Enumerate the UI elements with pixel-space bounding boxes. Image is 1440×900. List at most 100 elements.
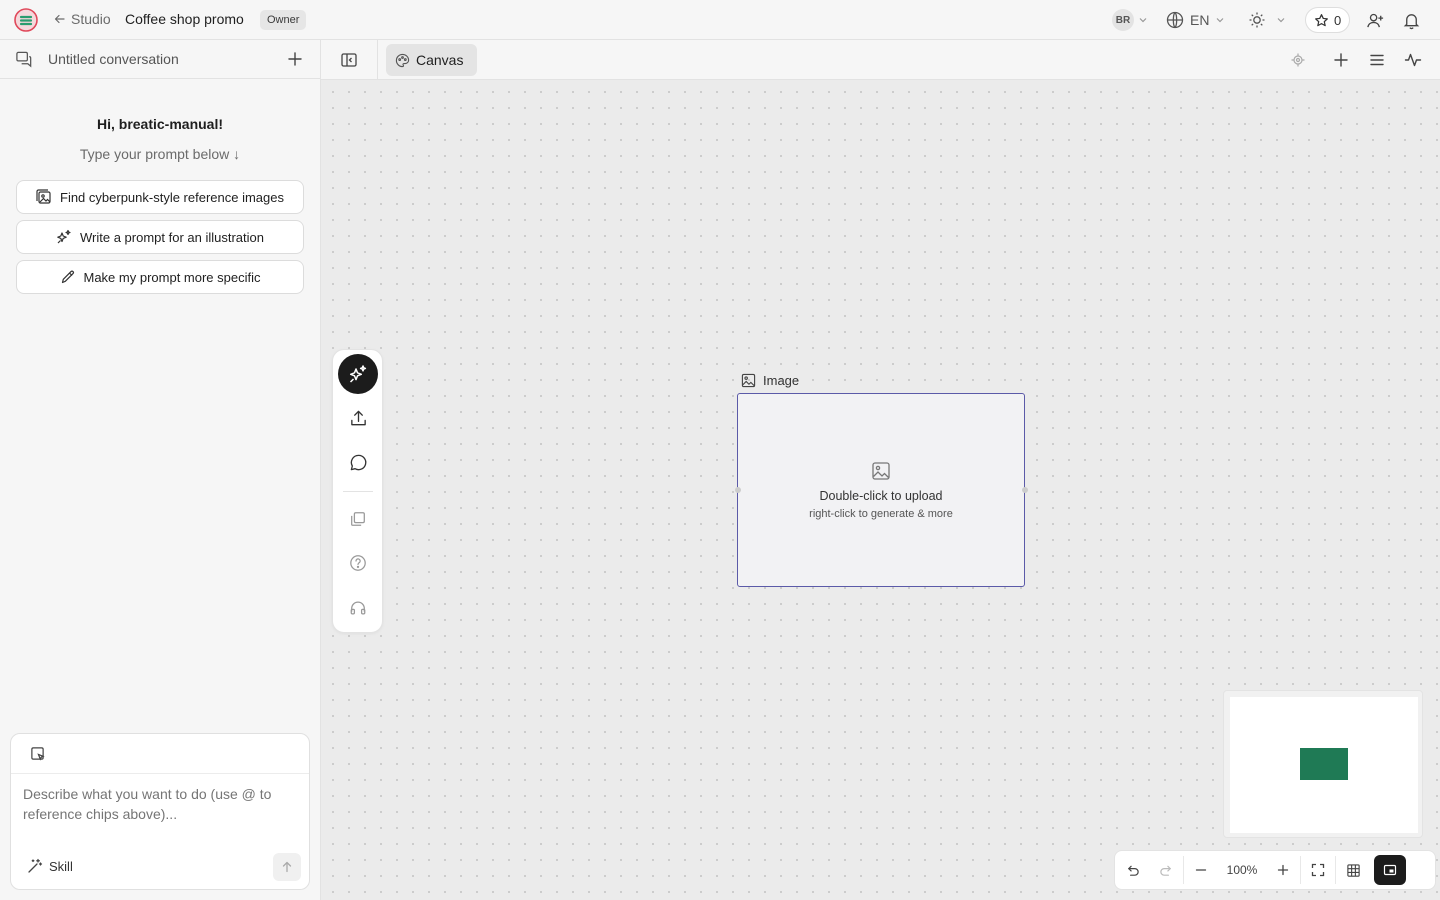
tab-canvas[interactable]: Canvas [386,44,478,76]
headphones-icon [349,599,367,617]
palette-icon [395,53,410,68]
suggestion-label: Write a prompt for an illustration [80,229,264,245]
undo-icon [1125,863,1140,878]
image-icon [741,373,756,388]
language-select[interactable]: EN [1166,0,1225,40]
grid-icon [1346,863,1361,878]
star-count: 0 [1334,12,1342,28]
star-button[interactable]: 0 [1305,7,1351,33]
role-badge: Owner [260,10,307,30]
star-icon [1314,13,1329,28]
menu-icon[interactable] [1368,51,1386,69]
undo-button[interactable] [1115,850,1149,890]
copy-icon [349,510,367,528]
attach-chip-icon[interactable] [29,746,45,761]
minimap-viewport [1230,697,1418,833]
composer-attachments [11,734,309,774]
help-button[interactable] [338,543,378,583]
tool-rail [332,349,383,633]
generate-tool-button[interactable] [338,354,378,394]
fullscreen-icon [1311,863,1325,877]
canvas-toolbar: Canvas [321,40,1440,80]
zoom-level[interactable]: 100% [1218,863,1266,877]
back-label: Studio [71,11,111,27]
chat-sidebar: Untitled conversation Hi, breatic-manual… [0,40,321,900]
sparkles-icon [56,229,72,245]
chat-bubble-icon [349,453,368,472]
back-to-studio-link[interactable]: Studio [54,11,111,27]
suggestion-chip[interactable]: Find cyberpunk-style reference images [16,180,304,214]
image-search-icon [36,189,52,205]
connector-handle-right[interactable] [1021,487,1028,493]
conversations-icon[interactable] [15,50,34,69]
new-conversation-button[interactable] [286,50,304,68]
bell-icon [1402,11,1421,30]
image-node[interactable]: Double-click to upload right-click to ge… [734,393,1028,587]
locate-icon[interactable] [1290,52,1306,68]
user-plus-icon [1366,11,1385,30]
magic-wand-icon [27,858,43,874]
upload-hint: Double-click to upload [819,488,943,503]
theme-select[interactable] [1248,0,1286,40]
language-label: EN [1190,12,1210,28]
greeting: Hi, breatic-manual! [96,116,224,132]
skill-button[interactable]: Skill [27,858,73,874]
generate-hint: right-click to generate & more [809,507,953,520]
add-node-button[interactable] [1332,51,1350,69]
connector-handle-left[interactable] [734,487,741,493]
activity-icon[interactable] [1404,51,1422,69]
conversation-header: Untitled conversation [0,40,320,79]
canvas-area[interactable]: Image Double-click to upload right-click… [321,80,1440,900]
upload-tool-button[interactable] [338,398,378,438]
chevron-down-icon [1276,15,1286,25]
prompt-hint: Type your prompt below ↓ [79,146,241,162]
send-button[interactable] [273,853,301,881]
redo-icon [1159,863,1174,878]
zoom-out-button[interactable] [1184,850,1218,890]
tab-label: Canvas [416,52,464,68]
sparkles-icon [348,364,368,384]
chevron-down-icon [1215,15,1225,25]
arrow-up-icon [281,861,293,873]
zoom-in-button[interactable] [1266,850,1300,890]
grid-toggle-button[interactable] [1336,850,1370,890]
chevron-down-icon [1138,15,1148,25]
suggestion-chip[interactable]: Make my prompt more specific [16,260,304,294]
plus-icon [1276,863,1290,877]
canvas-actions [1290,40,1422,80]
fit-view-button[interactable] [1301,850,1335,890]
minimap[interactable] [1223,690,1423,838]
user-menu[interactable]: BR [1112,0,1148,40]
redo-button[interactable] [1149,850,1183,890]
divider [377,40,378,80]
notifications-button[interactable] [1402,0,1421,40]
minimap-icon [1383,863,1397,877]
top-bar: Studio Coffee shop promo Owner BR EN 0 [0,0,1440,40]
image-node-label: Image [741,373,799,388]
support-button[interactable] [338,588,378,628]
suggestion-chip[interactable]: Write a prompt for an illustration [16,220,304,254]
minus-icon [1194,863,1208,877]
app-logo-icon[interactable] [14,8,38,32]
node-title: Image [763,373,800,388]
comment-tool-button[interactable] [338,442,378,482]
help-circle-icon [349,554,367,572]
assets-tool-button[interactable] [338,499,378,539]
toggle-sidebar-button[interactable] [340,51,358,69]
conversation-title[interactable]: Untitled conversation [48,51,179,67]
pencil-icon [60,269,76,285]
invite-user-button[interactable] [1366,0,1385,40]
prompt-input[interactable] [23,784,293,824]
suggestion-label: Make my prompt more specific [83,269,261,285]
zoom-controls: 100% [1114,850,1436,890]
suggestion-label: Find cyberpunk-style reference images [60,189,284,205]
image-placeholder-icon [871,461,891,481]
sun-icon [1248,11,1266,29]
globe-icon [1166,11,1184,29]
divider [343,491,373,492]
minimap-toggle-button[interactable] [1374,855,1406,885]
minimap-node [1300,748,1348,780]
project-title[interactable]: Coffee shop promo [125,11,244,27]
avatar: BR [1112,9,1134,31]
arrow-left-icon [54,13,66,25]
